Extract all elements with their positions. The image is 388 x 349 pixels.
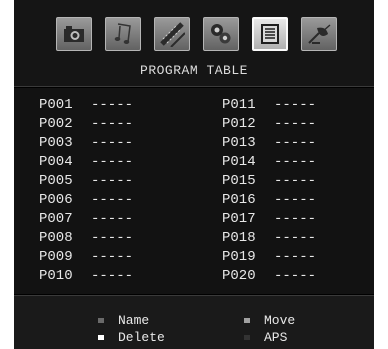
program-row[interactable]: P013 ----- [222, 134, 316, 152]
satellite-dish-icon [308, 24, 331, 44]
legend-move[interactable]: Move [244, 313, 295, 328]
camera-icon [64, 26, 84, 42]
legend-aps-label: APS [264, 330, 288, 345]
film-strip-icon [160, 22, 185, 47]
program-row[interactable]: P017 ----- [222, 210, 316, 228]
settings-gears-icon [211, 24, 231, 44]
tab-pictures[interactable] [56, 17, 92, 51]
program-row[interactable]: P001 ----- [39, 96, 133, 114]
tab-music[interactable] [105, 17, 141, 51]
legend-delete-color [98, 335, 104, 340]
program-row[interactable]: P008 ----- [39, 229, 133, 247]
program-row[interactable]: P019 ----- [222, 248, 316, 266]
program-list-icon [261, 24, 279, 44]
program-row[interactable]: P009 ----- [39, 248, 133, 266]
program-row[interactable]: P012 ----- [222, 115, 316, 133]
legend-name-label: Name [118, 313, 150, 328]
page-title: PROGRAM TABLE [140, 63, 248, 78]
tab-installation[interactable] [301, 17, 337, 51]
program-row[interactable]: P020 ----- [222, 267, 316, 285]
program-row[interactable]: P003 ----- [39, 134, 133, 152]
program-row[interactable]: P016 ----- [222, 191, 316, 209]
legend-footer: Name Move Delete APS [14, 296, 374, 349]
legend-aps[interactable]: APS [244, 330, 287, 345]
program-row[interactable]: P006 ----- [39, 191, 133, 209]
tab-program-table[interactable] [252, 17, 288, 51]
program-row[interactable]: P002 ----- [39, 115, 133, 133]
program-row[interactable]: P015 ----- [222, 172, 316, 190]
program-row[interactable]: P004 ----- [39, 153, 133, 171]
header-divider [14, 86, 374, 87]
music-note-icon [114, 23, 131, 44]
legend-name-color [98, 318, 104, 323]
program-row[interactable]: P014 ----- [222, 153, 316, 171]
program-list: P001 ----- P002 ----- P003 ----- P004 ----- … [14, 88, 374, 294]
legend-move-label: Move [264, 313, 296, 328]
menu-header: PROGRAM TABLE [14, 0, 374, 86]
program-row[interactable]: P011 ----- [222, 96, 316, 114]
tab-settings[interactable] [203, 17, 239, 51]
program-row[interactable]: P010 ----- [39, 267, 133, 285]
legend-name[interactable]: Name [98, 313, 149, 328]
legend-aps-color [244, 335, 250, 340]
legend-delete-label: Delete [118, 330, 165, 345]
program-row[interactable]: P007 ----- [39, 210, 133, 228]
legend-move-color [244, 318, 250, 323]
legend-delete[interactable]: Delete [98, 330, 165, 345]
tab-movies[interactable] [154, 17, 190, 51]
program-table-screen: PROGRAM TABLE P001 ----- P002 ----- P003 --… [14, 0, 374, 349]
program-row[interactable]: P005 ----- [39, 172, 133, 190]
program-row[interactable]: P018 ----- [222, 229, 316, 247]
menu-tabs [56, 17, 337, 51]
